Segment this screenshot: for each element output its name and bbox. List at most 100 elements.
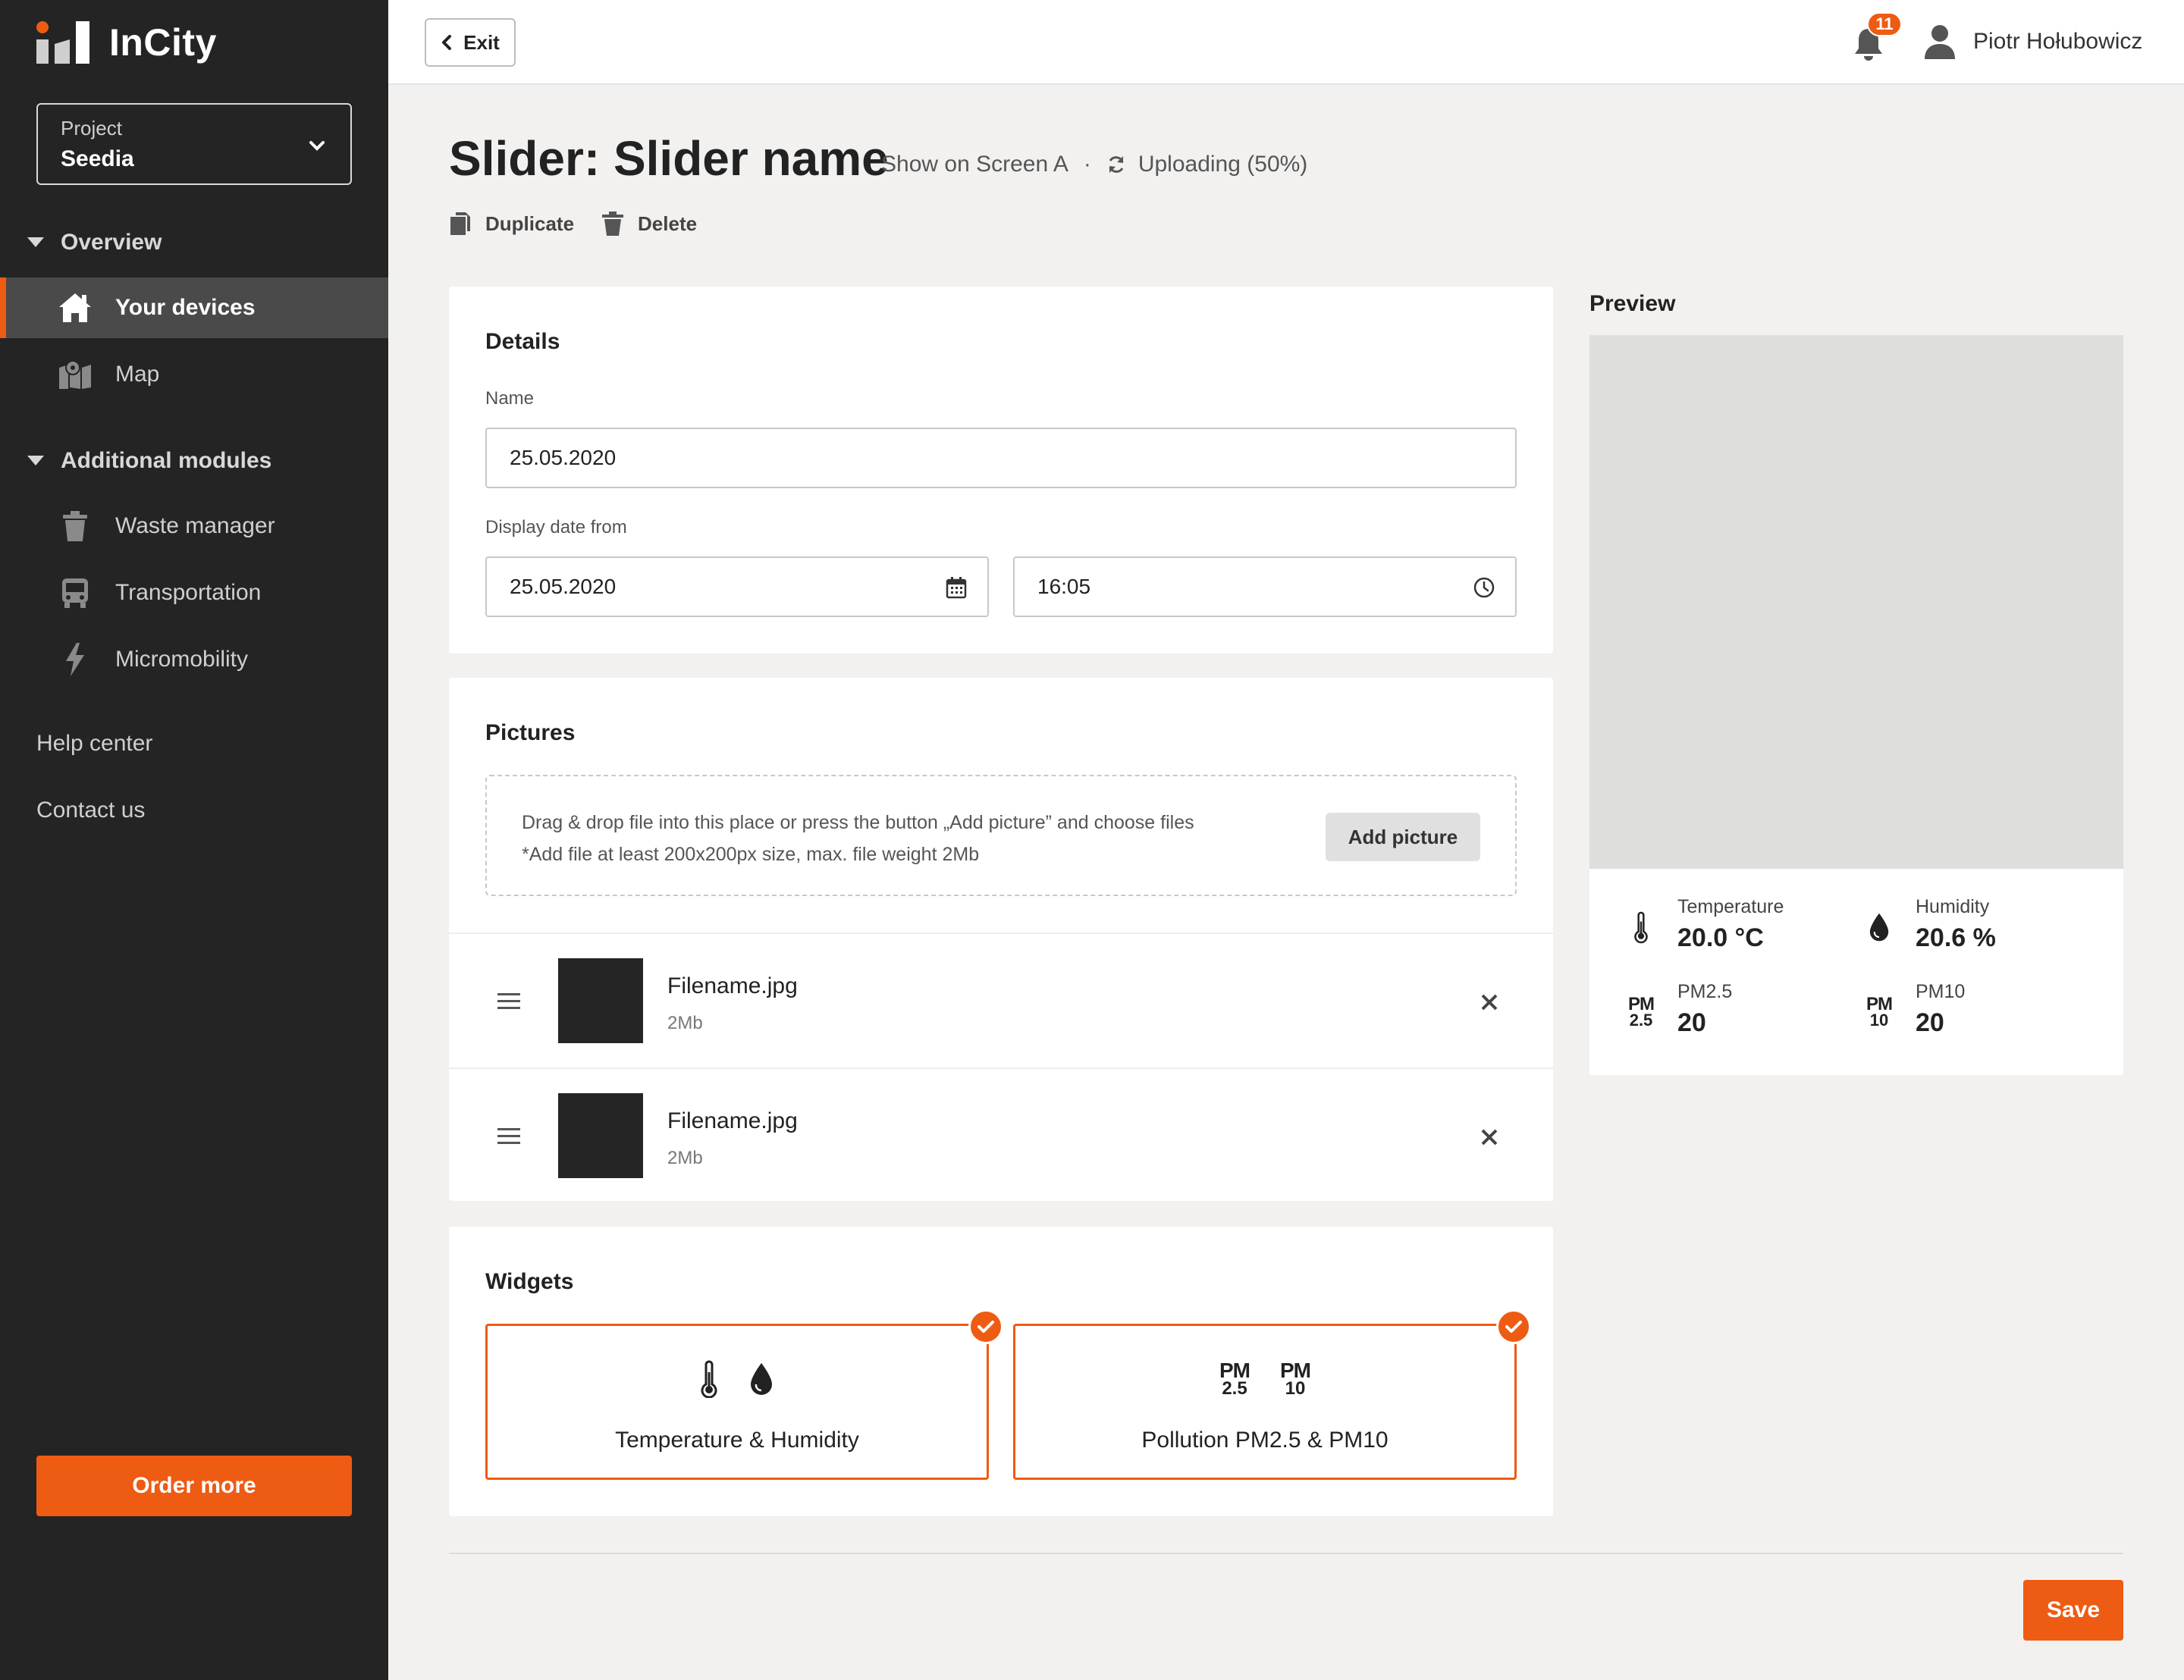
save-button[interactable]: Save	[2023, 1580, 2123, 1641]
widgets-card: Widgets Temperature & Humidity PM 2.5 PM	[449, 1227, 1553, 1516]
nav-group-label: Additional modules	[61, 448, 272, 473]
stat-label: PM2.5	[1677, 981, 1733, 1002]
date-value: 25.05.2020	[510, 575, 617, 598]
exit-button[interactable]: Exit	[425, 18, 516, 67]
dropzone-hint-line: Drag & drop file into this place or pres…	[522, 812, 1194, 833]
help-center-link[interactable]: Help center	[36, 731, 152, 757]
list-item[interactable]: Filename.jpg 2Mb	[449, 932, 1553, 1067]
pm-value: 10	[1285, 1378, 1306, 1399]
page-actions: Duplicate Delete	[449, 211, 724, 237]
stat-label: PM10	[1916, 981, 1966, 1002]
close-icon[interactable]	[1480, 1128, 1498, 1146]
footer-divider	[449, 1553, 2123, 1554]
widget-temperature-humidity[interactable]: Temperature & Humidity	[485, 1309, 1003, 1480]
pictures-card: Pictures Drag & drop file into this plac…	[449, 678, 1553, 1201]
caret-down-icon	[27, 237, 44, 247]
check-icon	[1496, 1309, 1531, 1344]
sidebar-item-label: Your devices	[115, 295, 256, 320]
bolt-icon	[58, 642, 93, 677]
stat-value: 20	[1677, 1008, 1706, 1037]
pm-value: 2.5	[1222, 1378, 1247, 1399]
stat-label: Humidity	[1916, 896, 1990, 917]
clock-icon[interactable]	[1473, 576, 1495, 599]
preview-stats: Temperature 20.0 °C Humidity 20.6 % PM 2…	[1589, 869, 2123, 1075]
project-value: Seedia	[61, 146, 134, 171]
notification-badge: 11	[1867, 12, 1902, 36]
name-input[interactable]: 25.05.2020	[485, 428, 1517, 488]
card-title: Details	[485, 329, 560, 354]
preview-title: Preview	[1589, 291, 1676, 316]
trash-icon	[602, 212, 624, 236]
widget-pollution[interactable]: PM 2.5 PM 10 Pollution PM2.5 & PM10	[1013, 1309, 1531, 1480]
close-icon[interactable]	[1480, 993, 1498, 1011]
file-size: 2Mb	[667, 1148, 703, 1168]
widget-label: Temperature & Humidity	[615, 1428, 859, 1453]
file-size: 2Mb	[667, 1013, 703, 1033]
thermometer-icon	[1626, 910, 1656, 945]
file-thumbnail	[558, 1093, 643, 1178]
nav-group-additional-modules[interactable]: Additional modules	[27, 446, 271, 476]
delete-button[interactable]: Delete	[601, 211, 697, 237]
stat-label: Temperature	[1677, 896, 1784, 917]
drop-icon	[751, 1363, 772, 1395]
order-more-button[interactable]: Order more	[36, 1456, 352, 1516]
widget-icons: PM 2.5 PM 10	[1015, 1358, 1514, 1400]
dropzone-hint: Drag & drop file into this place or pres…	[522, 807, 1194, 870]
stat-value: 20	[1916, 1008, 1944, 1037]
stat-value: 20.0 °C	[1677, 923, 1764, 952]
drop-icon	[1864, 910, 1894, 945]
pm10-icon: PM 10	[1280, 1360, 1311, 1399]
list-item[interactable]: Filename.jpg 2Mb	[449, 1067, 1553, 1202]
sync-icon	[1109, 156, 1124, 173]
drag-handle-icon[interactable]	[497, 992, 520, 1011]
widget-label: Pollution PM2.5 & PM10	[1141, 1428, 1389, 1453]
logo[interactable]: InCity	[36, 21, 217, 64]
name-value: 25.05.2020	[510, 446, 617, 469]
pm-value: 2.5	[1629, 1011, 1653, 1030]
copy-icon	[450, 212, 470, 235]
exit-label: Exit	[463, 30, 500, 54]
stat-value: 20.6 %	[1916, 923, 1996, 952]
dropzone-hint-line: *Add file at least 200x200px size, max. …	[522, 844, 980, 865]
file-thumbnail	[558, 958, 643, 1043]
project-select[interactable]: Project Seedia	[36, 103, 352, 185]
delete-label: Delete	[638, 212, 698, 235]
details-card: Details Name 25.05.2020 Display date fro…	[449, 287, 1553, 654]
duplicate-button[interactable]: Duplicate	[449, 211, 574, 237]
contact-us-link[interactable]: Contact us	[36, 798, 145, 823]
user-name[interactable]: Piotr Hołubowicz	[1973, 29, 2142, 55]
sidebar-item-micromobility[interactable]: Micromobility	[0, 629, 388, 690]
page-meta: Show on Screen A · Uploading (50%)	[881, 152, 1307, 177]
nav-group-overview[interactable]: Overview	[27, 227, 162, 258]
calendar-icon[interactable]	[945, 576, 968, 599]
sidebar-item-transportation[interactable]: Transportation	[0, 563, 388, 623]
chevron-left-icon	[442, 35, 452, 50]
user-icon[interactable]	[1923, 24, 1956, 59]
sidebar-item-map[interactable]: Map	[0, 344, 388, 405]
add-picture-button[interactable]: Add picture	[1326, 813, 1480, 861]
screen-target: Show on Screen A	[881, 152, 1068, 177]
sidebar-item-your-devices[interactable]: Your devices	[0, 277, 388, 338]
bus-icon	[58, 575, 93, 610]
pm-value: 10	[1869, 1011, 1889, 1030]
display-date-label: Display date from	[485, 517, 627, 538]
map-icon	[58, 357, 93, 392]
sidebar-item-waste-manager[interactable]: Waste manager	[0, 496, 388, 556]
file-name: Filename.jpg	[667, 973, 798, 998]
drag-handle-icon[interactable]	[497, 1127, 520, 1146]
name-label: Name	[485, 388, 535, 409]
time-input[interactable]: 16:05	[1013, 556, 1517, 617]
card-title: Widgets	[485, 1269, 574, 1294]
file-dropzone[interactable]: Drag & drop file into this place or pres…	[485, 775, 1517, 896]
meta-separator: ·	[1083, 152, 1091, 177]
card-title: Pictures	[485, 720, 576, 745]
project-label: Project	[61, 117, 122, 139]
file-name: Filename.jpg	[667, 1108, 798, 1133]
date-input[interactable]: 25.05.2020	[485, 556, 989, 617]
topbar: Exit 11 Piotr Hołubowicz	[388, 0, 2184, 85]
sidebar-item-label: Transportation	[115, 580, 262, 605]
duplicate-label: Duplicate	[485, 212, 575, 235]
pm25-icon: PM 2.5	[1626, 995, 1656, 1030]
app-name: InCity	[109, 21, 217, 64]
page-title: Slider: Slider name	[449, 131, 889, 186]
